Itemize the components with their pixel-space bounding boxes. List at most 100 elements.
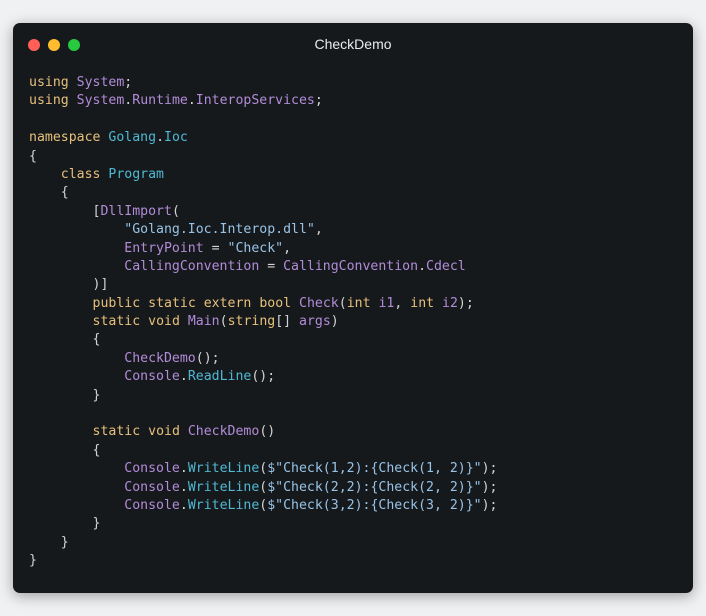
code-token: (); [251,369,276,385]
code-token: . [179,369,188,385]
code-token: CheckDemo [187,424,260,440]
code-line: )] [29,276,498,294]
code-token: $"Check(1,2):{Check(1, 2)}" [267,461,482,477]
code-line: } [29,552,498,570]
code-token: using [29,93,69,109]
code-line: { [29,331,498,349]
code-token: System [76,75,125,90]
code-token: } [29,534,69,550]
code-line: { [29,184,498,202]
code-token: int [346,295,371,311]
code-token: ReadLine [187,369,252,385]
code-token: WriteLine [187,497,260,513]
code-line: Console.WriteLine($"Check(3,2):{Check(3,… [29,497,498,515]
code-window: CheckDemo using System; using System.Runt… [13,23,693,593]
code-token: } [29,516,101,532]
code-token: { [29,442,101,458]
code-token: args [299,314,331,330]
code-token: $"Check(3,2):{Check(3, 2)}" [267,497,482,513]
code-token: = [259,258,284,274]
code-token: ( [171,203,180,219]
code-token: namespace [29,130,101,146]
code-token: CheckDemo [124,350,196,366]
code-token: ); [481,497,498,513]
code-token: Check [299,295,339,311]
code-token: } [29,553,37,569]
code-token: ) [330,314,339,330]
code-line: CallingConvention = CallingConvention.Cd… [29,258,498,276]
code-token: class [60,166,101,182]
code-token: void [148,314,180,330]
code-token: Runtime [132,93,188,109]
window-titlebar: CheckDemo [13,23,693,65]
code-token: i1 [378,295,395,311]
code-token: Console [124,479,180,495]
code-token: Console [124,497,180,513]
code-line: "Golang.Ioc.Interop.dll", [29,221,498,239]
code-token: CallingConvention [283,258,419,274]
code-token: static [92,424,141,440]
code-token: public [92,295,141,311]
code-token: { [29,148,37,164]
code-token: Main [187,314,220,330]
code-line: } [29,534,498,552]
code-token: InteropServices [195,93,315,109]
code-token: [] [275,314,300,330]
code-line: static void Main(string[] args) [29,313,498,331]
code-token: "Golang.Ioc.Interop.dll" [124,222,315,238]
code-token: . [179,461,188,477]
code-line: using System.Runtime.InteropServices; [29,92,498,110]
code-token: (); [195,350,220,366]
code-token: bool [259,295,292,311]
code-block: using System; using System.Runtime.Intero… [29,74,498,571]
code-token: } [29,387,101,403]
code-token: i2 [442,295,458,311]
code-token: string [227,314,276,330]
code-token: extern [203,295,252,311]
code-token: WriteLine [187,479,260,495]
code-token: $"Check(2,2):{Check(2, 2)}" [267,479,482,495]
code-line: public static extern bool Check(int i1, … [29,295,498,313]
code-line: EntryPoint = "Check", [29,240,498,258]
code-token: = [203,240,228,256]
code-token: WriteLine [187,461,260,477]
code-line: } [29,515,498,533]
code-line: Console.WriteLine($"Check(1,2):{Check(1,… [29,460,497,478]
code-token: . [187,93,196,109]
code-line: } [29,387,498,405]
code-token: void [148,424,180,440]
code-token: , [394,295,411,311]
code-token: int [410,295,435,311]
code-token: ); [457,295,474,311]
code-token: Ioc [164,130,188,146]
code-token: [ [29,203,101,219]
code-line: [DllImport( [29,203,498,221]
code-token: Golang [108,130,157,146]
code-token: ; [124,75,133,90]
code-token: , [314,222,323,238]
code-token: CallingConvention [124,258,260,274]
code-token: static [148,295,196,311]
window-title: CheckDemo [314,36,392,52]
code-token: . [179,479,188,495]
code-token: "Check" [227,240,284,256]
code-token: ( [219,314,228,330]
code-line: Console.WriteLine($"Check(2,2):{Check(2,… [29,479,497,497]
code-line: namespace Golang.Ioc [29,129,498,147]
code-token: System [76,93,125,109]
code-token: ; [314,93,323,109]
code-token: . [156,130,165,146]
code-token: Cdecl [426,258,466,274]
